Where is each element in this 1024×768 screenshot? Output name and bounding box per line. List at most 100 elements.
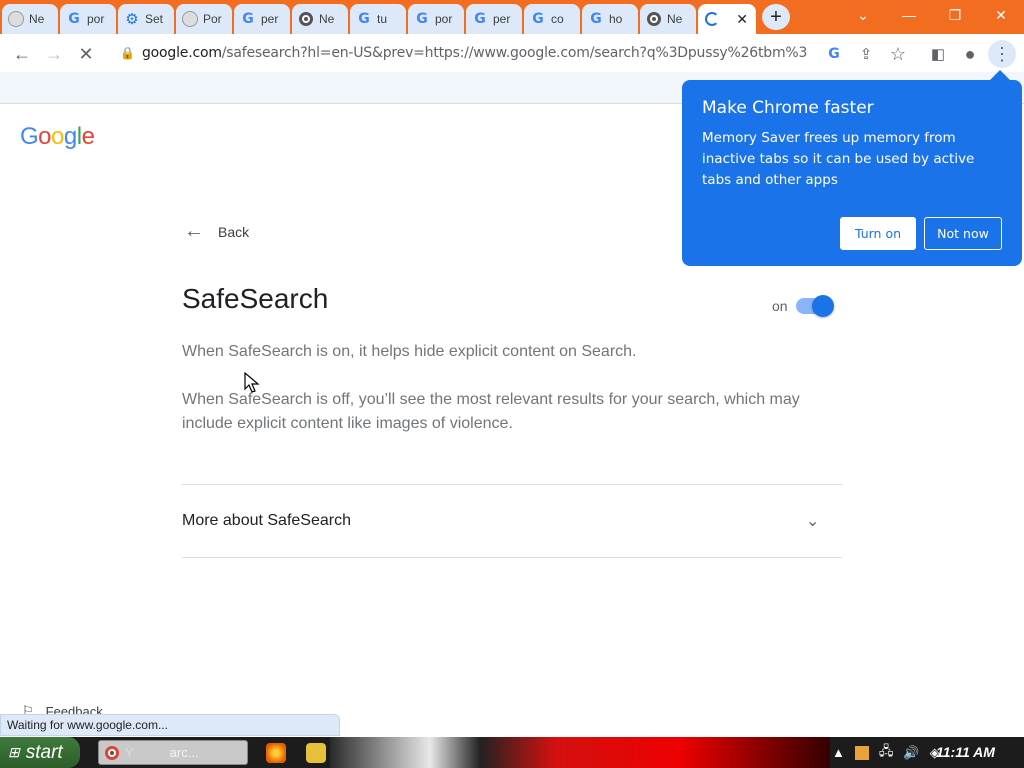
browser-tab[interactable]: ⚙ Set	[118, 4, 174, 34]
more-about-expander[interactable]: More about SafeSearch	[182, 512, 351, 530]
windows-taskbar: ⊞ start Y arc... ▲ 🖧 🔊 ◈ 11:11 AM	[0, 737, 1024, 768]
restore-button[interactable]: ❐	[932, 0, 978, 30]
chrome-icon	[105, 745, 119, 760]
folder-icon[interactable]	[306, 743, 326, 763]
tab-active[interactable]: ✕	[698, 4, 756, 34]
chrome-icon	[298, 11, 314, 27]
browser-tab[interactable]: Gpor	[408, 4, 464, 34]
toggle-state-label: on	[772, 298, 788, 314]
share-button[interactable]: ⇪	[852, 40, 880, 68]
system-tray: ▲ 🖧 🔊 ◈	[832, 737, 940, 768]
taskbar-app-label: Y	[125, 745, 134, 760]
browser-tab[interactable]: Ne	[640, 4, 696, 34]
taskbar-chrome-app[interactable]: Y arc...	[98, 740, 248, 765]
side-panel-button[interactable]: ◧	[924, 40, 952, 68]
tab-title: co	[551, 12, 564, 26]
browser-tab[interactable]: Gper	[466, 4, 522, 34]
url-text: google.com/safesearch?hl=en-US&prev=http…	[142, 45, 808, 61]
close-window-button[interactable]: ✕	[978, 0, 1024, 30]
browser-tab[interactable]: Gho	[582, 4, 638, 34]
promo-body: Memory Saver frees up memory from inacti…	[702, 130, 975, 188]
google-g-icon: G	[828, 46, 840, 62]
arrow-right-icon: →	[45, 43, 63, 64]
toggle-knob	[811, 295, 834, 317]
profile-button[interactable]: ●	[956, 40, 984, 68]
divider	[182, 484, 842, 485]
windows-flag-icon: ⊞	[8, 744, 20, 760]
share-icon: ⇪	[859, 46, 873, 63]
back-nav-button[interactable]: ←	[8, 40, 36, 68]
chevron-down-icon[interactable]: ⌄	[806, 511, 819, 531]
browser-toolbar: ← → ✕ 🔒 google.com/safesearch?hl=en-US&p…	[0, 34, 1024, 72]
three-dots-vertical-icon: ⋮	[993, 43, 1011, 64]
google-logo[interactable]: Google	[20, 123, 95, 151]
star-icon: ☆	[889, 43, 907, 64]
url-path: /safesearch?hl=en-US&prev=https://www.go…	[221, 45, 808, 61]
close-x-icon: ✕	[78, 43, 94, 64]
safesearch-toggle[interactable]	[795, 295, 834, 317]
memory-saver-promo: Make Chrome faster Memory Saver frees up…	[682, 70, 1022, 266]
turn-on-button[interactable]: Turn on	[840, 217, 916, 250]
promo-title: Make Chrome faster	[702, 98, 874, 118]
taskbar-background-art	[330, 737, 830, 768]
reddit-icon	[182, 11, 198, 27]
tray-expand-icon[interactable]: ▲	[832, 745, 845, 760]
browser-tab[interactable]: Gper	[234, 4, 290, 34]
arrow-left-icon: ←	[13, 43, 31, 64]
arrow-left-icon: ←	[184, 220, 204, 242]
google-lens-button[interactable]: G	[820, 40, 848, 68]
stop-loading-button[interactable]: ✕	[72, 40, 100, 68]
browser-tab[interactable]: Ne	[292, 4, 348, 34]
tab-title: per	[493, 12, 511, 26]
side-panel-icon: ◧	[930, 46, 946, 63]
tab-title: Set	[145, 12, 164, 26]
network-icon[interactable]: 🖧	[879, 742, 894, 764]
google-g-icon: G	[532, 11, 544, 27]
start-label: start	[25, 741, 63, 763]
not-now-button[interactable]: Not now	[924, 217, 1002, 250]
tab-title: por	[87, 12, 105, 26]
tab-title: ho	[609, 12, 623, 26]
google-g-icon: G	[358, 11, 370, 27]
tab-title: por	[435, 12, 453, 26]
minimize-button[interactable]: —	[886, 0, 932, 30]
bookmark-star-button[interactable]: ☆	[884, 40, 912, 68]
reddit-icon	[8, 11, 24, 27]
tab-strip: Ne Gpor ⚙ Set Por Gper Ne Gtu Gpor Gper Gco Gho Ne ✕ …	[0, 0, 1024, 34]
address-bar[interactable]: 🔒 google.com/safesearch?hl=en-US&prev=ht…	[108, 38, 808, 68]
tab-title: Ne	[667, 12, 683, 26]
forward-nav-button[interactable]: →	[40, 40, 68, 68]
tray-app-icon[interactable]	[854, 745, 869, 760]
google-g-icon: G	[416, 11, 428, 27]
browser-tab[interactable]: Gtu	[350, 4, 406, 34]
volume-icon[interactable]: 🔊	[903, 745, 919, 761]
mouse-cursor-icon	[244, 372, 260, 393]
browser-tab[interactable]: Por	[176, 4, 232, 34]
firefox-icon[interactable]	[266, 743, 286, 763]
start-button[interactable]: ⊞ start	[0, 737, 80, 768]
new-tab-button[interactable]: +	[762, 4, 790, 30]
lock-icon: 🔒	[120, 46, 135, 60]
back-label: Back	[218, 223, 250, 240]
safesearch-toggle-group: on	[772, 295, 834, 317]
browser-tab[interactable]: Gpor	[60, 4, 116, 34]
status-bubble: Waiting for www.google.com...	[0, 714, 340, 736]
back-link[interactable]: ← Back	[184, 220, 249, 243]
google-g-icon: G	[242, 11, 254, 27]
browser-tab[interactable]: Ne	[2, 4, 58, 34]
tab-title: per	[261, 12, 279, 26]
divider	[182, 557, 842, 558]
tab-title: Por	[203, 12, 222, 26]
tab-search-chevron-icon[interactable]: ⌄	[840, 0, 886, 30]
taskbar-app-label-faded: arc...	[169, 745, 199, 760]
tab-title: Ne	[319, 12, 335, 26]
tab-title: Ne	[29, 12, 45, 26]
chrome-icon	[646, 11, 662, 27]
description-off: When SafeSearch is off, you’ll see the m…	[182, 391, 800, 432]
browser-tab[interactable]: Gco	[524, 4, 580, 34]
loading-spinner-icon	[704, 11, 720, 27]
tab-close-icon[interactable]: ✕	[736, 11, 748, 28]
page-title: SafeSearch	[182, 283, 329, 314]
taskbar-clock[interactable]: 11:11 AM	[936, 744, 995, 760]
chrome-menu-button[interactable]: ⋮	[988, 40, 1016, 68]
